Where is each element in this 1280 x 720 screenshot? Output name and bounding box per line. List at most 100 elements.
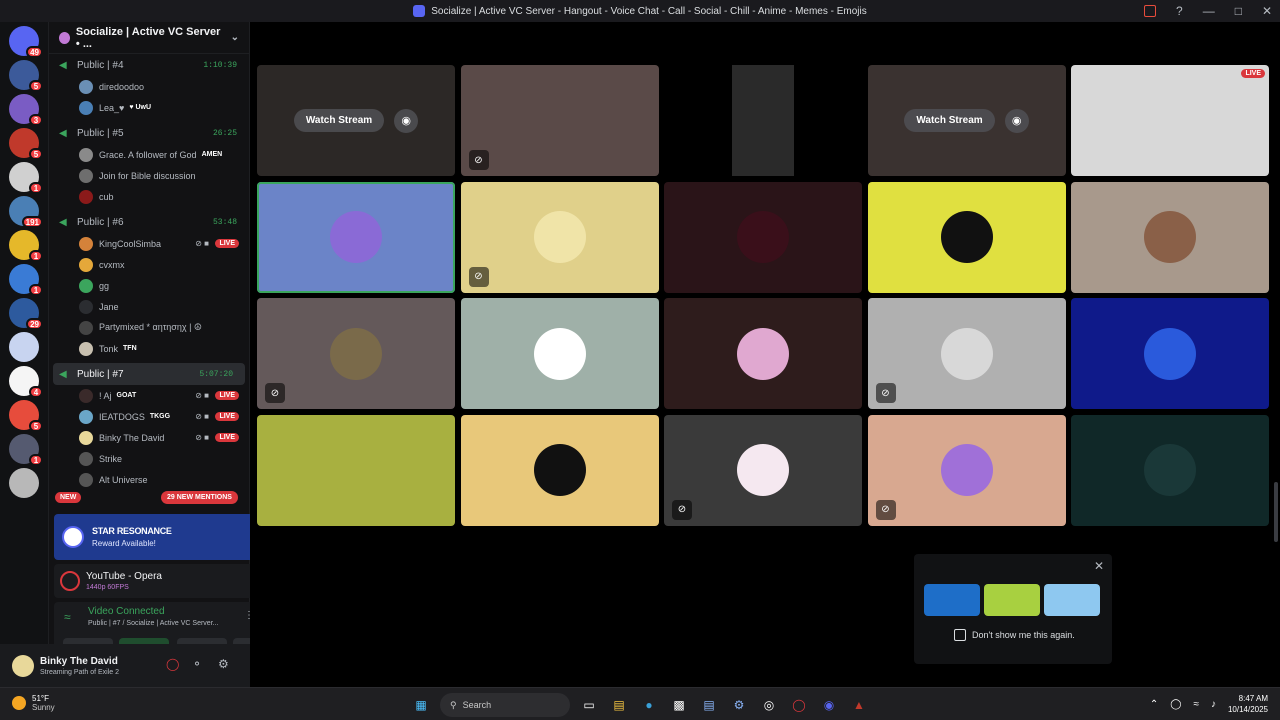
stream-tile[interactable]: LIVE bbox=[1071, 65, 1269, 176]
scrollbar[interactable] bbox=[1274, 482, 1278, 542]
participant-tile[interactable] bbox=[867, 181, 1066, 293]
game-icon[interactable]: ▲ bbox=[848, 694, 870, 716]
maximize-button[interactable]: □ bbox=[1235, 4, 1242, 18]
stream-tile[interactable]: ⊘ bbox=[460, 65, 659, 176]
voice-member[interactable]: KingCoolSimba ⊘ ■ LIVE bbox=[49, 233, 249, 254]
server-icon[interactable]: 29 bbox=[9, 298, 43, 330]
participant-tile[interactable] bbox=[460, 414, 659, 526]
voice-member[interactable]: Jane bbox=[49, 296, 249, 317]
participant-tile[interactable] bbox=[1071, 414, 1269, 526]
chevron-up-icon[interactable]: ⌃ bbox=[1150, 699, 1158, 710]
server-icon[interactable]: 49 bbox=[9, 26, 43, 58]
close-icon[interactable]: ✕ bbox=[1094, 559, 1104, 573]
voice-member[interactable]: cvxmx bbox=[49, 254, 249, 275]
voice-member[interactable]: IEATDOGS TKGG ⊘ ■ LIVE bbox=[49, 406, 249, 427]
server-icon[interactable]: 1 bbox=[9, 264, 43, 296]
preview-icon[interactable]: ◉ bbox=[1004, 108, 1029, 133]
stream-tile[interactable]: Watch Stream ◉ bbox=[867, 65, 1066, 176]
server-icon[interactable]: 1 bbox=[9, 230, 43, 262]
close-button[interactable]: ✕ bbox=[1262, 4, 1272, 18]
obs-icon[interactable]: ◎ bbox=[758, 694, 780, 716]
watch-stream-button[interactable]: Watch Stream bbox=[904, 109, 995, 132]
windows-start-icon[interactable]: ▦ bbox=[410, 694, 432, 716]
participant-tile[interactable] bbox=[257, 414, 455, 526]
search-box[interactable]: ⚲ Search bbox=[440, 693, 570, 717]
voice-member[interactable]: diredoodoo bbox=[49, 76, 249, 97]
stream-tile[interactable]: Watch Stream ◉ bbox=[257, 65, 455, 176]
server-icon[interactable]: 5 bbox=[9, 60, 43, 92]
participant-tile[interactable] bbox=[664, 298, 862, 409]
stream-tile[interactable] bbox=[664, 65, 862, 176]
participant-tile[interactable] bbox=[664, 181, 862, 293]
voice-member[interactable]: ! Aj GOAT ⊘ ■ LIVE bbox=[49, 385, 249, 406]
participant-tile[interactable] bbox=[460, 298, 659, 409]
participant-tile[interactable]: ⊘ bbox=[460, 181, 659, 293]
server-header[interactable]: Socialize | Active VC Server • ... ⌄ bbox=[49, 22, 249, 54]
voice-member[interactable]: Grace. A follower of God AMEN bbox=[49, 144, 249, 165]
voice-member[interactable]: cub bbox=[49, 186, 249, 207]
participant-tile[interactable] bbox=[257, 181, 455, 293]
voice-member[interactable]: Lea_♥ ♥ UwU bbox=[49, 97, 249, 118]
server-icon[interactable]: 191 bbox=[9, 196, 43, 228]
voice-member[interactable]: gg bbox=[49, 275, 249, 296]
app-icon[interactable]: ▩ bbox=[668, 694, 690, 716]
activity-game-tile[interactable] bbox=[924, 584, 980, 616]
voice-member[interactable]: Binky The David ⊘ ■ LIVE bbox=[49, 427, 249, 448]
headphones-icon[interactable]: ⚬ bbox=[192, 657, 202, 671]
server-icon[interactable] bbox=[9, 332, 39, 362]
voice-member[interactable]: Tonk TFN bbox=[49, 338, 249, 359]
watch-stream-button[interactable]: Watch Stream bbox=[293, 109, 385, 132]
server-icon[interactable]: 3 bbox=[9, 94, 43, 126]
wifi-icon[interactable]: ≈ bbox=[1193, 699, 1199, 710]
activity-game-tile[interactable] bbox=[984, 584, 1040, 616]
minimize-button[interactable]: — bbox=[1203, 4, 1215, 18]
voice-channel[interactable]: ◀ Public | #4 1:10:39 bbox=[49, 54, 249, 76]
unread-badge: 5 bbox=[29, 80, 43, 92]
member-name: KingCoolSimba bbox=[99, 238, 162, 249]
unread-badge: 1 bbox=[29, 454, 43, 466]
participant-tile[interactable]: ⊘ bbox=[867, 298, 1066, 409]
inbox-icon[interactable] bbox=[1144, 5, 1156, 17]
gear-icon[interactable]: ⚙ bbox=[218, 657, 229, 671]
voice-member[interactable]: Strike bbox=[49, 448, 249, 469]
voice-channel[interactable]: ◀ Public | #7 5:07:20 bbox=[53, 363, 245, 385]
task-view-icon[interactable]: ▭ bbox=[578, 694, 600, 716]
server-icon[interactable]: 4 bbox=[9, 366, 43, 398]
preview-icon[interactable]: ◉ bbox=[394, 108, 419, 133]
voice-member[interactable]: Alt Universe bbox=[49, 469, 249, 490]
checkbox[interactable] bbox=[954, 629, 966, 641]
server-icon[interactable]: 1 bbox=[9, 162, 43, 194]
help-icon[interactable]: ? bbox=[1176, 4, 1183, 18]
voice-member[interactable]: Join for Bible discussion bbox=[49, 165, 249, 186]
server-icon[interactable]: 5 bbox=[9, 400, 43, 432]
weather-text: Sunny bbox=[32, 703, 55, 712]
dont-show-checkbox[interactable]: Don't show me this again. bbox=[954, 629, 1075, 641]
activity-game-tile[interactable] bbox=[1044, 584, 1100, 616]
voice-member[interactable]: Partymixed * αητησηχ | ☮ bbox=[49, 317, 249, 338]
edge-icon[interactable]: ● bbox=[638, 694, 660, 716]
server-icon[interactable]: 1 bbox=[9, 434, 43, 466]
server-icon[interactable] bbox=[9, 468, 39, 498]
file-explorer-icon[interactable]: ▤ bbox=[608, 694, 630, 716]
voice-channel[interactable]: ◀ Public | #5 26:25 bbox=[49, 122, 249, 144]
new-badge[interactable]: NEW bbox=[55, 492, 82, 503]
server-icon[interactable]: 5 bbox=[9, 128, 43, 160]
participant-tile[interactable] bbox=[1071, 181, 1269, 293]
opera-icon[interactable]: ◯ bbox=[788, 694, 810, 716]
voice-channel[interactable]: ◀ Public | #6 53:48 bbox=[49, 211, 249, 233]
participant-tile[interactable]: ⊘ bbox=[664, 414, 862, 526]
participant-tile[interactable] bbox=[1071, 298, 1269, 409]
weather-widget[interactable]: 51°F Sunny bbox=[12, 694, 55, 712]
mentions-pill[interactable]: 29 NEW MENTIONS bbox=[161, 491, 238, 504]
discord-icon[interactable]: ◉ bbox=[818, 694, 840, 716]
clock[interactable]: 8:47 AM 10/14/2025 bbox=[1228, 693, 1268, 715]
mic-muted-icon[interactable]: ◯ bbox=[166, 657, 179, 671]
participant-tile[interactable]: ⊘ bbox=[867, 414, 1066, 526]
mic-icon[interactable]: ◯ bbox=[1170, 699, 1181, 710]
volume-icon[interactable]: ♪ bbox=[1211, 699, 1216, 710]
steam-icon[interactable]: ⚙ bbox=[728, 694, 750, 716]
notepad-icon[interactable]: ▤ bbox=[698, 694, 720, 716]
voice-channel-link[interactable]: Public | #7 / Socialize | Active VC Serv… bbox=[88, 620, 218, 627]
avatar[interactable] bbox=[12, 654, 34, 677]
participant-tile[interactable]: ⊘ bbox=[257, 298, 455, 409]
